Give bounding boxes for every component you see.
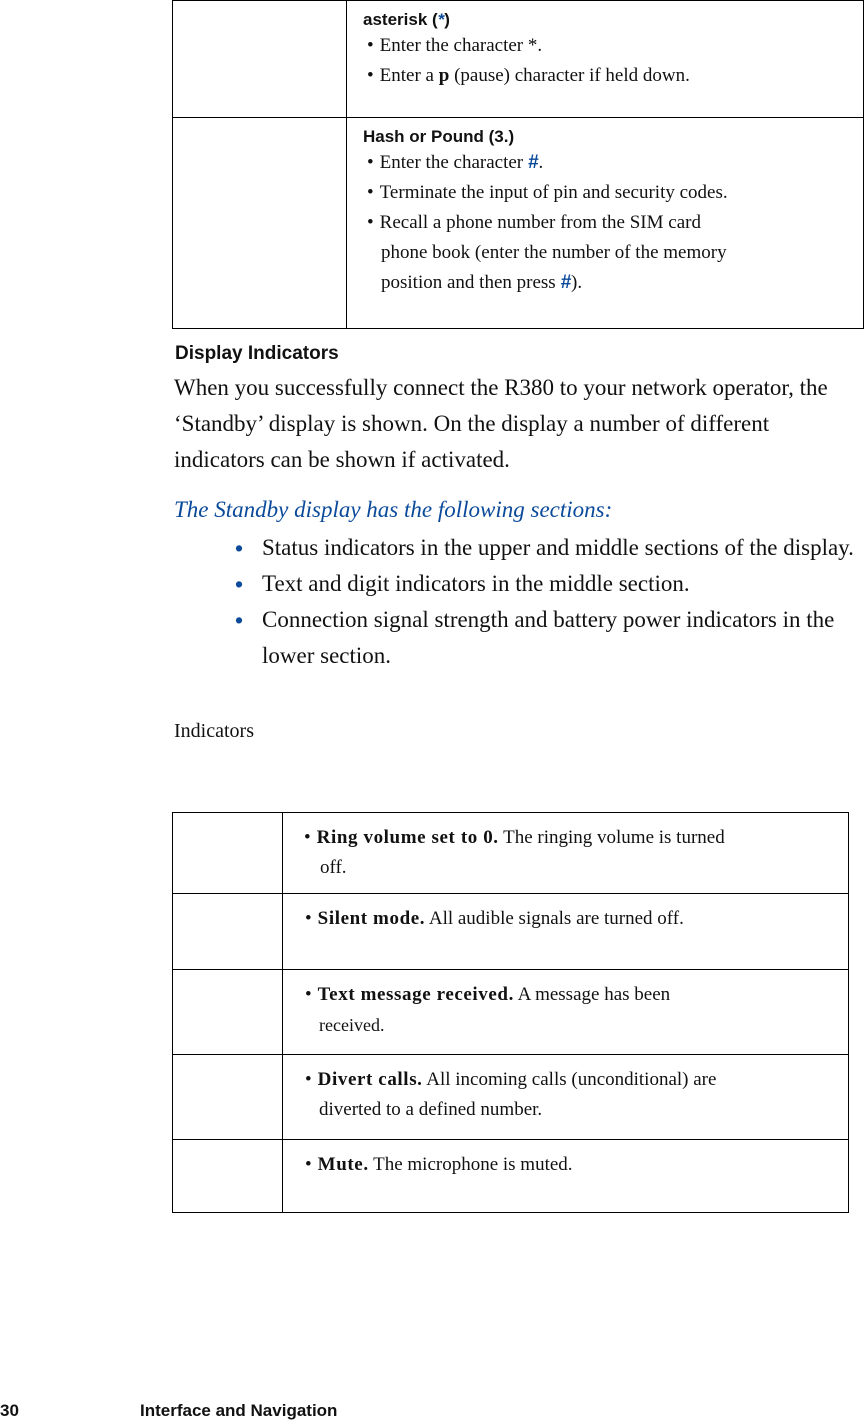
divert-calls-icon (172, 1054, 283, 1140)
hash-symbol: # (527, 152, 539, 173)
table-row: • Ring volume set to 0. The ringing volum… (172, 812, 849, 894)
section-title: Display Indicators (175, 343, 339, 364)
page-number: 30 (0, 1401, 19, 1420)
silent-mode-icon (172, 893, 283, 970)
key-description-cell: Hash or Pound (3.) • Enter the character … (346, 117, 864, 329)
key-description-table: asterisk (*) • Enter the character *. • En… (172, 0, 864, 329)
ring-volume-icon (172, 812, 283, 894)
table-row: • Divert calls. All incoming calls (uncon… (172, 1054, 849, 1140)
bullet-icon: • (235, 535, 244, 561)
list-item: • Recall a phone number from the SIM card (367, 212, 701, 233)
list-item-continuation: position and then press #). (381, 272, 583, 293)
table-row-asterisk: asterisk (*) • Enter the character *. • En… (172, 0, 864, 118)
key-description-cell: asterisk (*) • Enter the character *. • En… (346, 0, 864, 118)
indicators-label: Indicators (174, 720, 254, 742)
list-item: • Enter the character #. (367, 152, 544, 173)
indicator-description: • Ring volume set to 0. The ringing volum… (282, 812, 849, 894)
standby-sections-list: • Status indicators in the upper and midd… (235, 530, 865, 674)
key-title-hash: Hash or Pound (3.) (363, 127, 515, 146)
key-icon-cell (172, 117, 347, 329)
bullet-icon: • (235, 607, 244, 633)
table-row-hash: Hash or Pound (3.) • Enter the character … (172, 117, 864, 329)
subheading: The Standby display has the following se… (174, 497, 613, 522)
indicator-description: • Mute. The microphone is muted. (282, 1139, 849, 1213)
list-item: • Terminate the input of pin and security… (367, 182, 728, 203)
list-item-continuation: phone book (enter the number of the memo… (381, 242, 727, 263)
hash-bullets: • Enter the character #. • Terminate the i… (363, 148, 863, 298)
indicators-table: • Ring volume set to 0. The ringing volum… (172, 812, 849, 1213)
text-message-icon (172, 969, 283, 1055)
table-row: • Text message received. A message has be… (172, 969, 849, 1055)
list-item: • Text and digit indicators in the middle… (235, 566, 865, 602)
list-item: • Enter the character *. (367, 35, 543, 56)
asterisk-bullets: • Enter the character *. • Enter a p (paus… (363, 31, 863, 91)
bullet-icon: • (235, 571, 244, 597)
mute-icon (172, 1139, 283, 1213)
hash-symbol: # (560, 272, 572, 293)
list-item: • Enter a p (pause) character if held dow… (367, 65, 690, 86)
chapter-title: Interface and Navigation (140, 1401, 338, 1420)
indicator-description: • Divert calls. All incoming calls (uncon… (282, 1054, 849, 1140)
indicator-description: • Silent mode. All audible signals are tu… (282, 893, 849, 970)
intro-paragraph: When you successfully connect the R380 t… (174, 375, 828, 472)
table-row: • Mute. The microphone is muted. (172, 1139, 849, 1213)
table-row: • Silent mode. All audible signals are tu… (172, 893, 849, 970)
list-item: • Connection signal strength and battery … (235, 602, 865, 674)
key-icon-cell (172, 0, 347, 118)
list-item: • Status indicators in the upper and midd… (235, 530, 865, 566)
indicator-description: • Text message received. A message has be… (282, 969, 849, 1055)
key-title-asterisk: asterisk (*) (363, 10, 450, 29)
